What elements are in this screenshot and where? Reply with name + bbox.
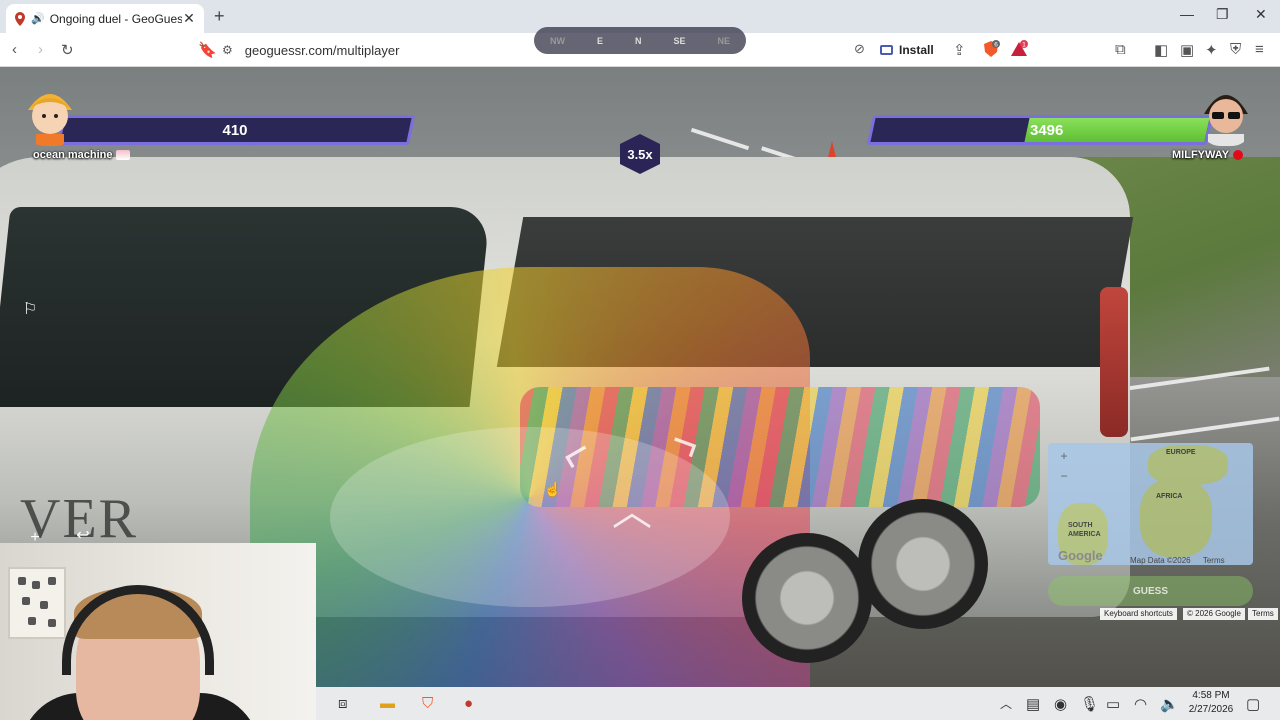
url-text: geoguessr.com/multiplayer	[244, 42, 400, 58]
map-label-europe: EUROPE	[1166, 449, 1196, 456]
rear-wheel	[742, 533, 872, 663]
report-location-icon[interactable]: ⚐	[19, 299, 41, 321]
system-clock[interactable]: 4:58 PM 2/27/2026	[1180, 689, 1242, 717]
map-label-south-america: SOUTH AMERICA	[1068, 522, 1101, 538]
left-health-value: 410	[222, 121, 248, 139]
minimize-icon[interactable]: —	[1180, 6, 1194, 22]
microphone-icon[interactable]: 🎙	[1080, 695, 1099, 713]
close-tab-icon[interactable]: ✕	[182, 10, 196, 27]
install-icon	[880, 45, 893, 55]
map-terms-link[interactable]: Terms	[1203, 556, 1225, 565]
keyboard-shortcuts-link[interactable]: Keyboard shortcuts	[1100, 608, 1177, 620]
google-logo: Google	[1058, 548, 1103, 563]
right-player-name-text: MILFYWAY	[1172, 149, 1230, 161]
menu-icon[interactable]: ≡	[1255, 41, 1264, 58]
speaker-icon[interactable]: 🔊	[31, 12, 45, 25]
sidebar-icon[interactable]: ◧	[1154, 41, 1168, 59]
leo-ai-icon[interactable]: ✦	[1205, 41, 1218, 59]
share-icon[interactable]: ⇪	[953, 41, 966, 59]
left-player-avatar	[28, 94, 72, 146]
left-player-flag-icon	[116, 150, 131, 160]
brave-count: 6	[994, 42, 998, 49]
screen: 🔊 Ongoing duel - GeoGuessr ✕ + — ❐ ✕ ‹ ›…	[0, 0, 1280, 720]
map-label-africa: AFRICA	[1156, 493, 1183, 500]
app-tray-icon[interactable]: ▤	[1026, 695, 1040, 713]
map-data-text: Map Data ©2026	[1130, 556, 1191, 565]
map-land-africa	[1140, 479, 1212, 557]
clock-time: 4:58 PM	[1192, 690, 1230, 701]
clock-date: 2/27/2026	[1188, 704, 1234, 715]
compass: NW E N SE NE	[534, 27, 746, 54]
site-settings-icon[interactable]: ⚙	[222, 43, 233, 57]
tab-title: Ongoing duel - GeoGuessr	[49, 11, 182, 26]
location-pin-icon	[15, 11, 25, 26]
right-health-value: 3496	[1030, 121, 1064, 139]
webcam-overlay	[0, 543, 316, 720]
road-marking	[690, 127, 750, 151]
restore-icon[interactable]: ❐	[1216, 6, 1229, 23]
alert-count: 1	[1022, 42, 1026, 49]
right-player-flag-icon	[1233, 150, 1244, 160]
brave-rewards-icon[interactable]: 1	[1010, 40, 1028, 58]
brave-shield-icon[interactable]: 6	[982, 40, 1000, 58]
new-tab-button[interactable]: +	[214, 6, 225, 27]
bookmark-icon[interactable]: 🔖	[198, 41, 217, 59]
right-player-avatar	[1204, 95, 1248, 146]
tab-geoguessr[interactable]: 🔊 Ongoing duel - GeoGuessr ✕	[6, 4, 204, 33]
map-zoom-in-button[interactable]: +	[1056, 449, 1072, 463]
screenshot-icon[interactable]: ⧉	[1115, 41, 1126, 58]
compass-n: N	[634, 35, 642, 46]
obs-icon[interactable]: ●	[464, 695, 473, 712]
webcam-tray-icon[interactable]: ◉	[1054, 695, 1067, 713]
show-hidden-icons[interactable]: ︿	[1000, 695, 1012, 712]
guess-button[interactable]: GUESS	[1048, 576, 1253, 606]
task-view-icon[interactable]: ⧈	[338, 695, 348, 712]
compass-se: SE	[673, 35, 686, 46]
translate-off-icon[interactable]: ⊘	[854, 41, 865, 57]
map-attribution: Map Data ©2026 Terms	[1130, 556, 1225, 565]
back-icon[interactable]: ‹	[12, 41, 17, 58]
vpn-icon[interactable]: ⛨	[1230, 41, 1241, 58]
reload-icon[interactable]: ↻	[61, 41, 74, 59]
hand-cursor-icon: ☝	[544, 481, 562, 497]
file-explorer-icon[interactable]: ▬	[380, 695, 395, 712]
notification-icon[interactable]: ▢	[1246, 695, 1260, 713]
windows-taskbar: ⧈ ▬ ⛉ ● ︿ ▤ ◉ 🎙 ▭ ◠ 🔈 ▢	[316, 687, 1280, 720]
left-player-name: ocean machine	[33, 149, 131, 161]
map-zoom-out-button[interactable]: −	[1056, 469, 1072, 483]
tail-light	[1100, 287, 1128, 437]
road-marking	[1130, 416, 1280, 442]
forward-icon[interactable]: ›	[38, 41, 43, 58]
install-label: Install	[899, 43, 934, 57]
install-button[interactable]: Install	[880, 39, 934, 61]
close-window-icon[interactable]: ✕	[1255, 6, 1267, 23]
wallet-icon[interactable]: ▣	[1180, 41, 1194, 59]
right-player-name: MILFYWAY	[1172, 149, 1244, 161]
compass-nw: NW	[549, 35, 565, 46]
guess-minimap[interactable]: EUROPE AFRICA SOUTH AMERICA + −	[1048, 443, 1253, 565]
left-player-name-text: ocean machine	[33, 149, 113, 161]
wifi-icon[interactable]: ◠	[1134, 695, 1147, 713]
google-copyright: © 2026 Google	[1183, 608, 1245, 620]
rear-wheel	[858, 499, 988, 629]
compass-ne: NE	[717, 35, 730, 46]
battery-icon[interactable]: ▭	[1106, 695, 1120, 713]
google-terms-link[interactable]: Terms	[1248, 608, 1278, 620]
brave-browser-icon[interactable]: ⛉	[422, 695, 433, 712]
move-arrow-forward[interactable]: ︿	[612, 479, 652, 537]
volume-icon[interactable]: 🔈	[1160, 695, 1179, 713]
wall-poster	[8, 567, 66, 639]
compass-e: E	[596, 35, 603, 46]
